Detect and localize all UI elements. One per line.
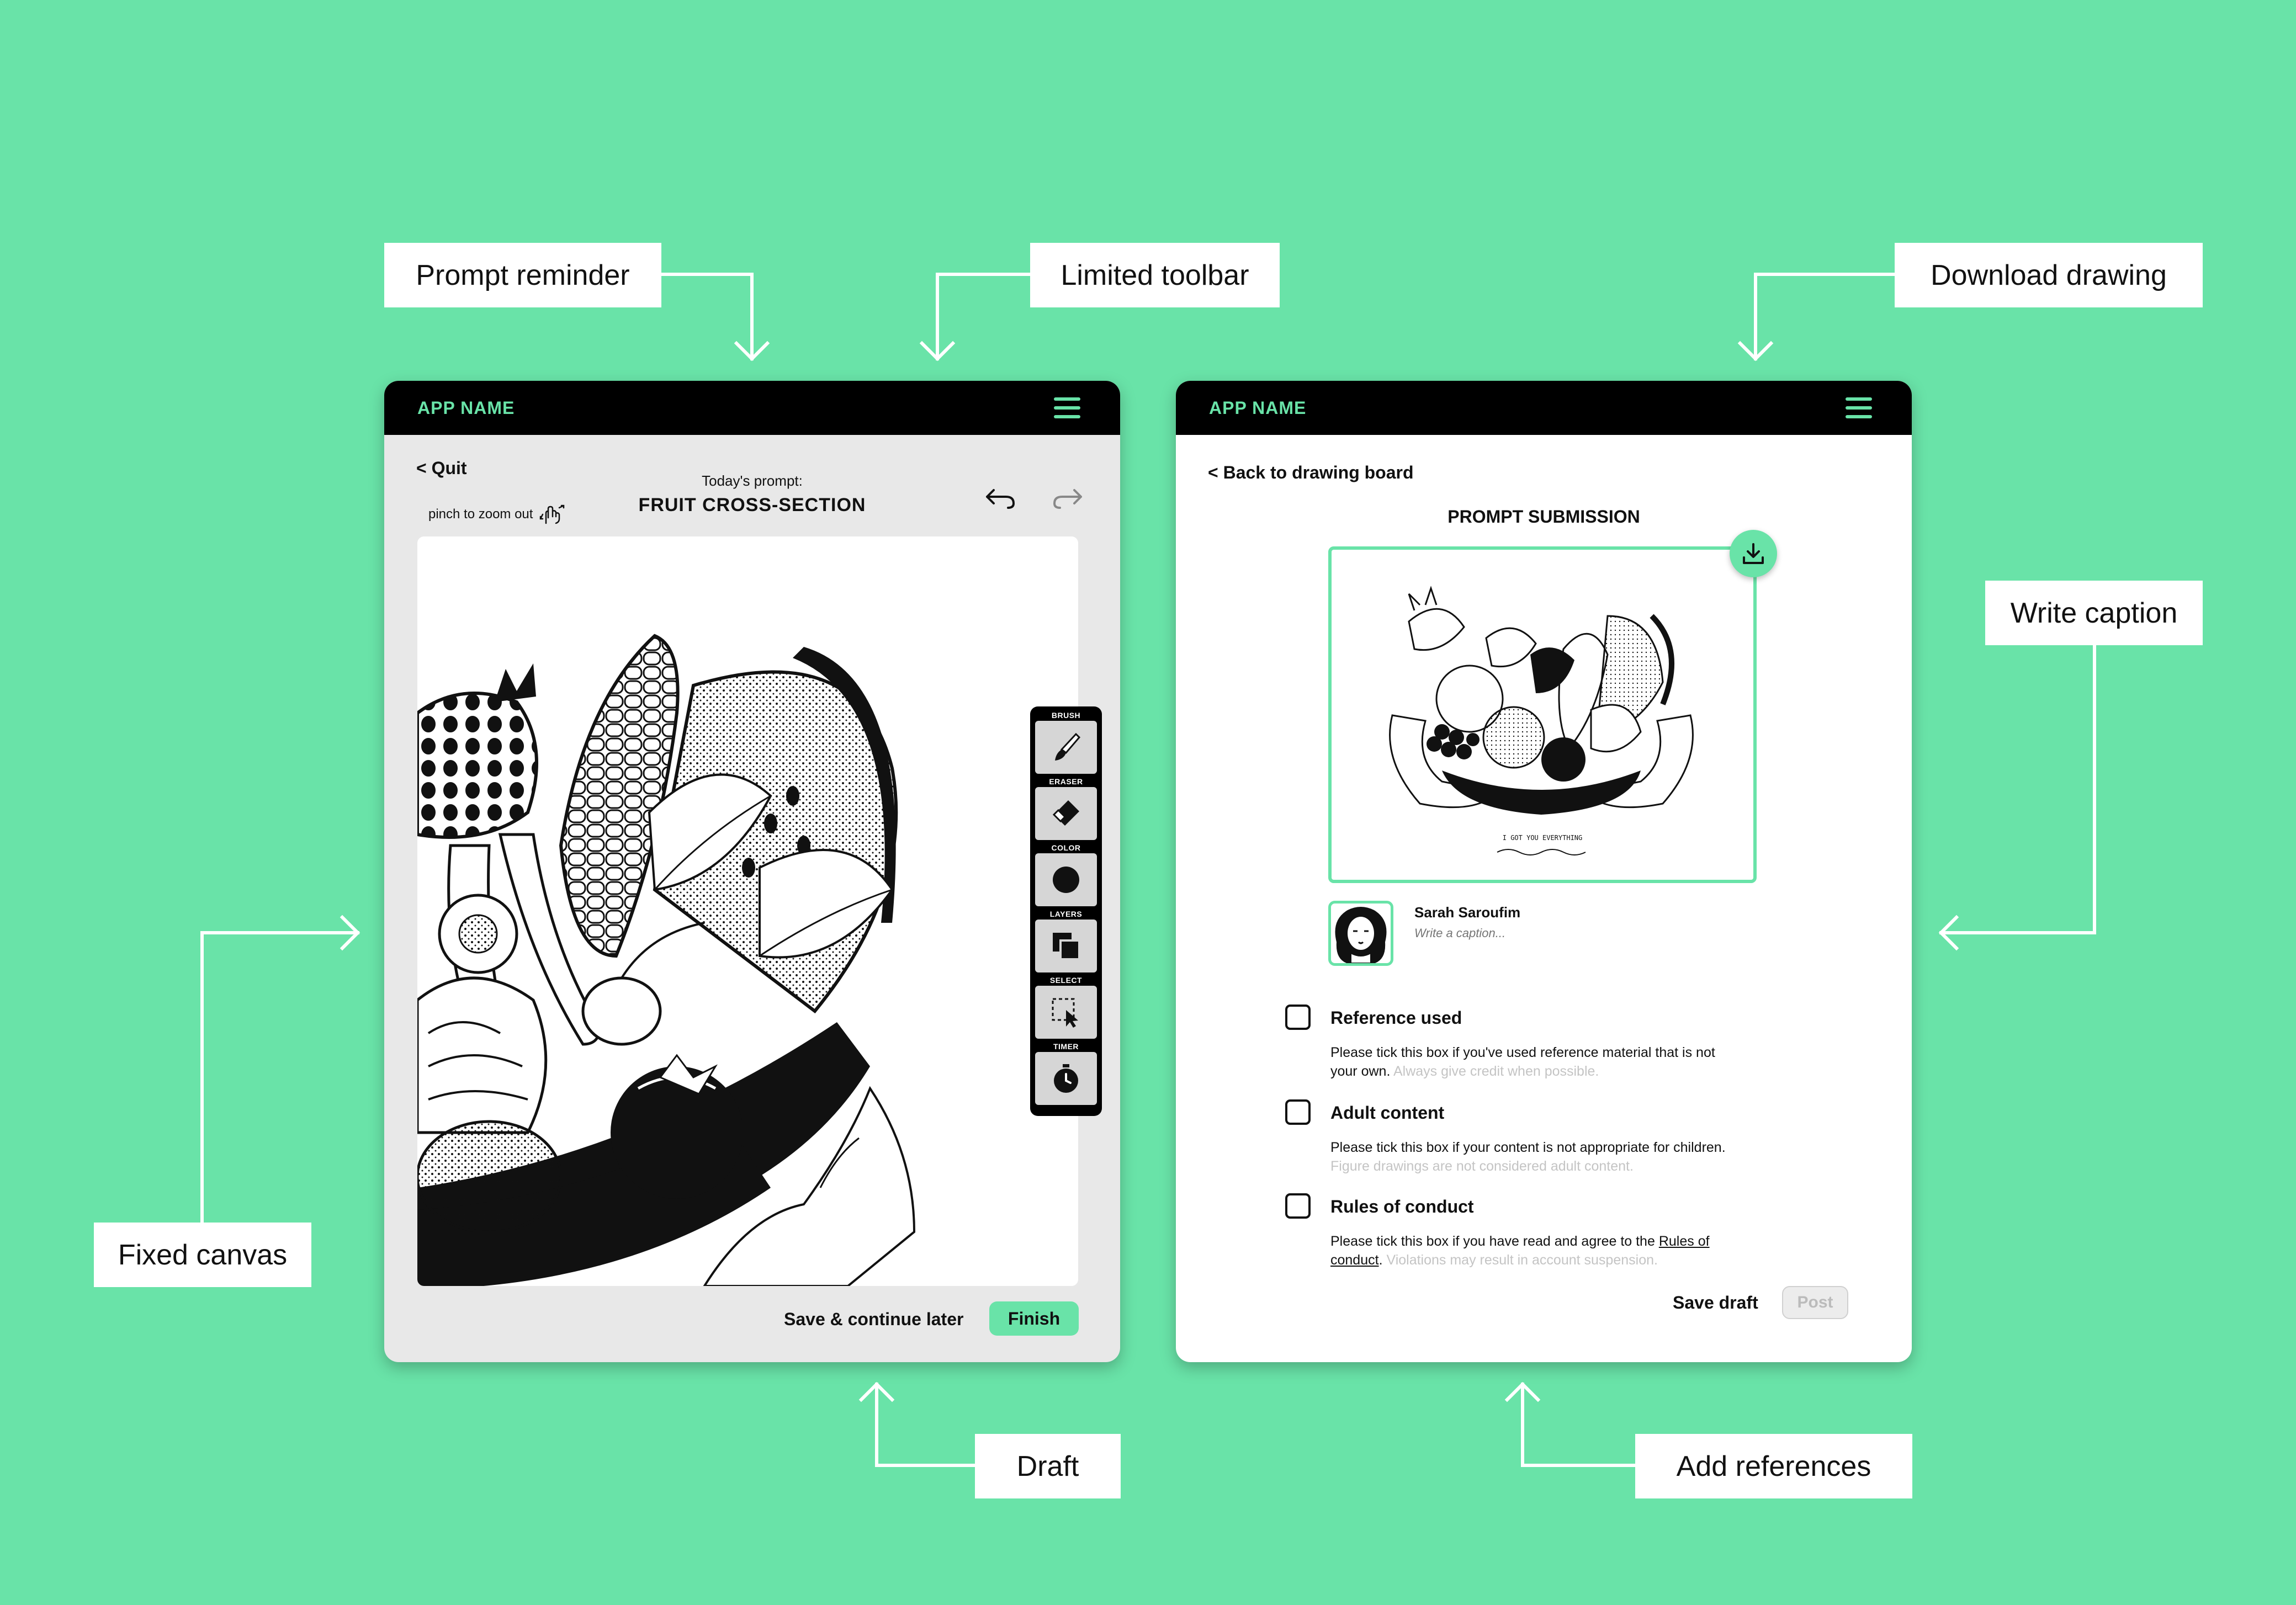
app-bar: APP NAME — [384, 381, 1120, 435]
callout-download-drawing: Download drawing — [1895, 243, 2203, 307]
hamburger-menu-icon[interactable] — [1054, 397, 1080, 418]
tool-eraser[interactable]: ERASER — [1035, 776, 1097, 840]
adult-content-desc-text: Please tick this box if your content is … — [1330, 1140, 1726, 1155]
brush-icon — [1055, 732, 1081, 761]
author-name: Sarah Saroufim — [1414, 904, 1521, 921]
fruit-illustration — [417, 634, 916, 1286]
rules-of-conduct-period: . — [1378, 1252, 1383, 1268]
tool-select[interactable]: SELECT — [1035, 975, 1097, 1039]
callout-fixed-canvas: Fixed canvas — [94, 1223, 311, 1287]
reference-used-note: Always give credit when possible. — [1393, 1064, 1599, 1079]
drawing-screen: APP NAME < Quit pinch to zoom out Today'… — [384, 381, 1120, 1362]
save-continue-later-button[interactable]: Save & continue later — [784, 1309, 963, 1330]
adult-content-title: Adult content — [1330, 1103, 1445, 1123]
tool-brush[interactable]: BRUSH — [1035, 710, 1097, 774]
artwork-caption-text: I GOT YOU EVERYTHING — [1503, 834, 1583, 842]
page-title: PROMPT SUBMISSION — [1447, 507, 1640, 527]
callout-write-caption: Write caption — [1985, 581, 2203, 645]
callout-prompt-reminder: Prompt reminder — [384, 243, 661, 307]
caption-input[interactable] — [1414, 926, 1690, 940]
select-icon — [1052, 998, 1078, 1028]
tool-label: ERASER — [1049, 777, 1083, 786]
hamburger-menu-icon[interactable] — [1846, 397, 1872, 418]
callout-limited-toolbar: Limited toolbar — [1030, 243, 1280, 307]
rules-of-conduct-checkbox[interactable] — [1285, 1193, 1311, 1219]
adult-content-checkbox[interactable] — [1285, 1099, 1311, 1125]
tool-label: SELECT — [1049, 976, 1083, 985]
avatar — [1328, 901, 1393, 966]
app-name: APP NAME — [1209, 397, 1307, 418]
app-bar: APP NAME — [1176, 381, 1912, 435]
tool-label: TIMER — [1053, 1042, 1079, 1051]
adult-content-note: Figure drawings are not considered adult… — [1330, 1158, 1634, 1174]
reference-used-checkbox[interactable] — [1285, 1005, 1311, 1030]
undo-icon[interactable] — [984, 486, 1017, 510]
adult-content-desc: Please tick this box if your content is … — [1330, 1138, 1728, 1176]
download-icon — [1743, 543, 1764, 564]
rules-of-conduct-desc-text: Please tick this box if you have read an… — [1330, 1234, 1655, 1249]
rules-of-conduct-title: Rules of conduct — [1330, 1197, 1474, 1216]
layers-icon — [1053, 933, 1080, 960]
app-name: APP NAME — [417, 397, 515, 418]
callout-add-references: Add references — [1635, 1434, 1912, 1498]
callout-draft: Draft — [975, 1434, 1121, 1498]
avatar-portrait — [1335, 907, 1387, 963]
rules-of-conduct-desc: Please tick this box if you have read an… — [1330, 1232, 1728, 1269]
submission-screen: APP NAME < Back to drawing board PROMPT … — [1176, 381, 1912, 1362]
callout-arrows — [200, 273, 2096, 1467]
tool-label: BRUSH — [1051, 711, 1081, 720]
tool-label: LAYERS — [1049, 910, 1083, 918]
color-icon — [1053, 867, 1079, 893]
download-button[interactable] — [1730, 530, 1777, 577]
timer-icon — [1054, 1064, 1078, 1093]
reference-used-desc: Please tick this box if you've used refe… — [1330, 1043, 1728, 1081]
redo-icon[interactable] — [1051, 486, 1084, 510]
drawing-preview: I GOT YOU EVERYTHING — [1328, 546, 1757, 883]
back-to-drawing-board-link[interactable]: < Back to drawing board — [1208, 463, 1414, 483]
post-button[interactable]: Post — [1782, 1286, 1848, 1319]
save-draft-button[interactable]: Save draft — [1673, 1293, 1758, 1313]
artwork-thumbnail: I GOT YOU EVERYTHING — [1389, 586, 1694, 855]
tool-label: COLOR — [1051, 843, 1081, 852]
tool-layers[interactable]: LAYERS — [1035, 908, 1097, 972]
drawing-canvas[interactable] — [417, 536, 1078, 1286]
tool-color[interactable]: COLOR — [1035, 842, 1097, 906]
rules-of-conduct-note: Violations may result in account suspens… — [1386, 1252, 1658, 1268]
drawing-toolbar: BRUSH ERASER COLOR LAYERS SELECT TIMER — [1030, 706, 1102, 1116]
eraser-icon — [1052, 800, 1079, 826]
tool-timer[interactable]: TIMER — [1035, 1041, 1097, 1105]
finish-button[interactable]: Finish — [989, 1301, 1079, 1336]
reference-used-title: Reference used — [1330, 1008, 1462, 1028]
